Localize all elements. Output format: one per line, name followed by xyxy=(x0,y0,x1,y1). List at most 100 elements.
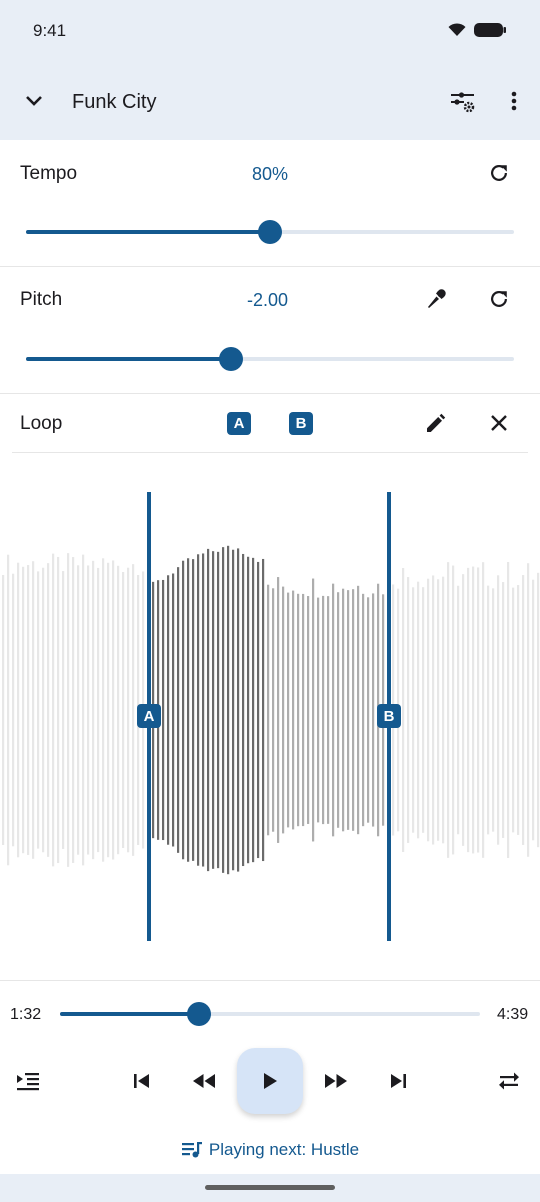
waveform-bar xyxy=(437,579,440,841)
loop-label: Loop xyxy=(20,413,63,434)
pitch-value: -2.00 xyxy=(247,290,289,310)
waveform-bar xyxy=(312,578,315,842)
home-indicator[interactable] xyxy=(205,1185,335,1190)
waveform-bar xyxy=(242,553,245,867)
waveform-bar xyxy=(527,563,530,857)
waveform-bar xyxy=(127,567,130,853)
waveform-bar xyxy=(177,567,180,853)
waveform-bar xyxy=(477,567,480,853)
waveform-bar xyxy=(297,593,300,827)
waveform-bar xyxy=(372,593,375,827)
tempo-slider-thumb[interactable] xyxy=(258,220,282,244)
playing-next[interactable]: Playing next: Hustle xyxy=(0,1136,540,1164)
waveform-bar xyxy=(472,566,475,854)
waveform-bar xyxy=(57,556,60,864)
waveform-bar xyxy=(402,567,405,853)
waveform-bar xyxy=(7,554,10,866)
waveform-bar xyxy=(422,587,425,833)
status-bar: 9:41 xyxy=(0,0,540,62)
waveform-bar xyxy=(292,590,295,830)
waveform-bar xyxy=(192,559,195,861)
waveform-bar xyxy=(532,579,535,841)
waveform-bar xyxy=(117,565,120,855)
loop-marker-b[interactable]: B xyxy=(377,704,401,728)
tempo-slider[interactable] xyxy=(26,220,514,244)
waveform-bar xyxy=(67,553,70,867)
play-icon xyxy=(264,1073,277,1089)
waveform-bar xyxy=(357,585,360,835)
total-time: 4:39 xyxy=(497,1006,529,1023)
loop-edit-button[interactable] xyxy=(420,407,452,439)
tune-icon xyxy=(451,92,475,113)
waveform-bar xyxy=(507,562,510,858)
pitch-slider[interactable] xyxy=(26,347,514,371)
waveform-bar xyxy=(202,553,205,867)
waveform-bar xyxy=(77,565,80,855)
loop-b-button[interactable]: B xyxy=(289,412,313,435)
status-icons xyxy=(448,22,506,38)
waveform-bar xyxy=(232,549,235,871)
queue-button[interactable] xyxy=(8,1061,48,1101)
waveform-bar xyxy=(182,560,185,860)
waveform-bar xyxy=(457,585,460,835)
waveform-bar xyxy=(347,590,350,830)
pitch-detect-button[interactable] xyxy=(420,283,452,315)
divider xyxy=(12,452,528,453)
skip-previous-button[interactable] xyxy=(122,1061,162,1101)
more-button[interactable] xyxy=(498,85,530,117)
waveform-bar xyxy=(277,577,280,843)
waveform-bar xyxy=(122,572,125,848)
waveform-bar xyxy=(362,593,365,827)
loop-close-button[interactable] xyxy=(483,407,515,439)
repeat-button[interactable] xyxy=(489,1061,529,1101)
pitch-slider-thumb[interactable] xyxy=(219,347,243,371)
loop-marker-a[interactable]: A xyxy=(137,704,161,728)
waveform-bar xyxy=(467,567,470,853)
playback-seekbar[interactable] xyxy=(60,1002,480,1026)
skip-next-button[interactable] xyxy=(378,1061,418,1101)
loop-a-button[interactable]: A xyxy=(227,412,251,435)
waveform-bar xyxy=(17,562,20,858)
waveform-bar xyxy=(92,560,95,860)
tempo-reset-button[interactable] xyxy=(483,157,515,189)
waveform-bar xyxy=(217,551,220,869)
waveform-bar xyxy=(447,562,450,858)
waveform-bar xyxy=(492,588,495,832)
seekbar-thumb[interactable] xyxy=(187,1002,211,1026)
waveform-bar xyxy=(132,564,135,856)
waveform-bar xyxy=(237,548,240,872)
waveform-bar xyxy=(197,554,200,866)
waveform-bar xyxy=(72,557,75,863)
rewind-button[interactable] xyxy=(184,1061,224,1101)
app-bar: Funk City xyxy=(0,62,540,140)
waveform-bar xyxy=(272,588,275,832)
waveform-bar xyxy=(47,563,50,857)
collapse-button[interactable] xyxy=(18,85,50,117)
playlist-icon xyxy=(181,1142,202,1158)
waveform-bar xyxy=(87,565,90,855)
waveform-bar xyxy=(267,584,270,836)
play-button[interactable] xyxy=(237,1048,303,1114)
waveform-bar xyxy=(337,592,340,828)
pitch-slider-fill xyxy=(26,357,231,361)
waveform-bar xyxy=(287,592,290,828)
waveform-bar xyxy=(162,579,165,841)
waveform-bar xyxy=(342,588,345,832)
waveform-bar xyxy=(367,597,370,823)
waveform[interactable] xyxy=(0,465,540,975)
fast-forward-button[interactable] xyxy=(316,1061,356,1101)
divider xyxy=(0,266,540,267)
pitch-reset-button[interactable] xyxy=(483,283,515,315)
rewind-icon xyxy=(193,1074,215,1088)
tune-button[interactable] xyxy=(447,85,479,117)
wifi-icon xyxy=(448,23,466,36)
waveform-bar xyxy=(52,553,55,867)
waveform-bar xyxy=(282,586,285,834)
waveform-bar xyxy=(102,558,105,862)
tempo-slider-fill xyxy=(26,230,270,234)
waveform-bar xyxy=(37,571,40,849)
waveform-bar xyxy=(42,567,45,853)
waveform-bar xyxy=(452,565,455,855)
waveform-bar xyxy=(257,561,260,859)
waveform-bar xyxy=(497,575,500,845)
